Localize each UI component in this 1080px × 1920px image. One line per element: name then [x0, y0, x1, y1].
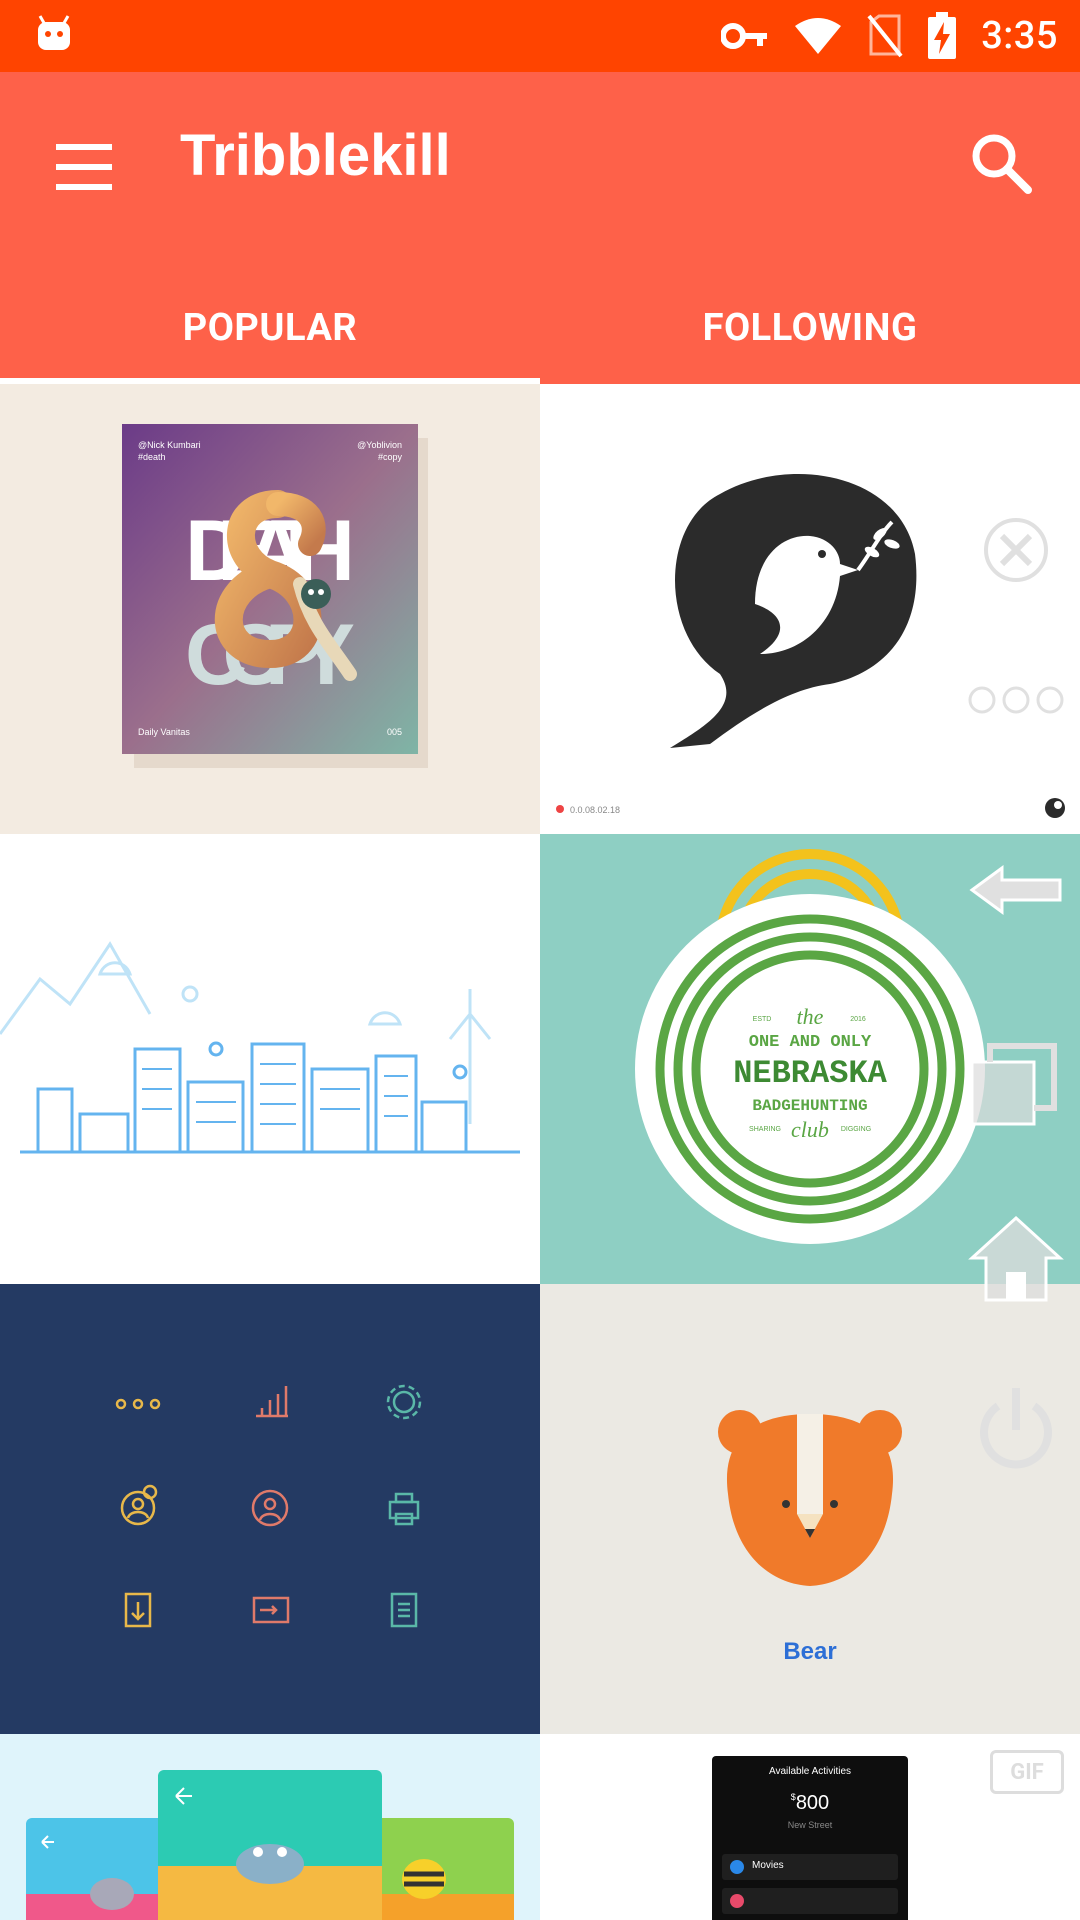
death-copy-tag-left: #death: [138, 452, 166, 462]
status-time: 3:35: [981, 14, 1058, 58]
activities-street: New Street: [787, 1820, 833, 1830]
movies-icon: [730, 1860, 744, 1874]
home-icon[interactable]: [966, 1210, 1066, 1310]
wifi-icon: [795, 18, 842, 54]
dove-caption: 0.0.08.02.18: [570, 805, 620, 815]
death-copy-tag-right: #copy: [378, 452, 403, 462]
app-title: Tribblekill: [180, 123, 451, 188]
death-copy-handle-right: @Yoblivion: [357, 440, 402, 450]
nebraska-est: ESTD: [753, 1016, 772, 1023]
menu-icon[interactable]: [48, 134, 120, 206]
death-copy-artwork: @Nick Kumbari #death @Yoblivion #copy DE…: [122, 424, 428, 768]
phone-mockup: Available Activities $800 New Street Mov…: [712, 1756, 908, 1920]
recents-icon[interactable]: [966, 1040, 1066, 1130]
nebraska-year: 2016: [850, 1016, 866, 1023]
close-circle-icon[interactable]: [966, 500, 1066, 600]
status-bar: 3:35: [0, 0, 1080, 72]
app-bar: Tribblekill POPULAR FOLLOWING: [0, 72, 1080, 384]
shot-tile-death-copy[interactable]: @Nick Kumbari #death @Yoblivion #copy DE…: [0, 384, 540, 834]
nebraska-line1: ONE AND ONLY: [749, 1033, 872, 1052]
activities-item-movies[interactable]: Movies: [722, 1854, 898, 1880]
city-line-artwork: [0, 941, 520, 1154]
shot-grid: @Nick Kumbari #death @Yoblivion #copy DE…: [0, 384, 1080, 1920]
back-arrow-icon[interactable]: [966, 860, 1066, 920]
nebraska-digging: DIGGING: [841, 1126, 871, 1133]
shot-tile-icon-set[interactable]: [0, 1284, 540, 1734]
death-copy-footer-right: 005: [387, 727, 402, 737]
android-icon: [38, 15, 70, 50]
vpn-key-icon: [721, 23, 768, 49]
death-copy-footer-left: Daily Vanitas: [138, 727, 190, 737]
power-icon[interactable]: [966, 1380, 1066, 1480]
shot-tile-activities-app[interactable]: Available Activities $800 New Street Mov…: [540, 1734, 1080, 1920]
search-icon[interactable]: [962, 124, 1042, 204]
nebraska-line3: BADGEHUNTING: [752, 1097, 867, 1115]
nebraska-club: club: [791, 1117, 829, 1142]
death-copy-handle-left: @Nick Kumbari: [138, 440, 201, 450]
floating-control-overlay: [966, 500, 1066, 1469]
shot-tile-animals-app[interactable]: [0, 1734, 540, 1920]
activities-header: Available Activities: [768, 1766, 852, 1777]
nebraska-the: the: [797, 1004, 824, 1029]
tab-popular[interactable]: POPULAR: [0, 272, 540, 384]
no-sim-icon: [867, 14, 903, 58]
shot-tile-city[interactable]: [0, 834, 540, 1284]
tab-following[interactable]: FOLLOWING: [540, 272, 1080, 384]
animals-app-artwork: [26, 1770, 514, 1920]
tab-bar: POPULAR FOLLOWING: [0, 272, 1080, 384]
nebraska-line2: NEBRASKA: [733, 1055, 887, 1092]
activities-amount: 800: [795, 1792, 830, 1814]
icon-set-artwork: [115, 1384, 422, 1628]
bear-label: Bear: [783, 1638, 837, 1665]
activity-icon: [730, 1894, 744, 1908]
activities-item-second[interactable]: [722, 1888, 898, 1914]
activities-amount-row: $800: [712, 1792, 908, 1815]
activities-item-label: Movies: [752, 1860, 784, 1871]
nebraska-sharing: SHARING: [749, 1126, 781, 1133]
battery-charging-icon: [928, 12, 957, 59]
more-dots-icon[interactable]: [966, 670, 1066, 730]
gif-badge: GIF: [990, 1750, 1064, 1794]
